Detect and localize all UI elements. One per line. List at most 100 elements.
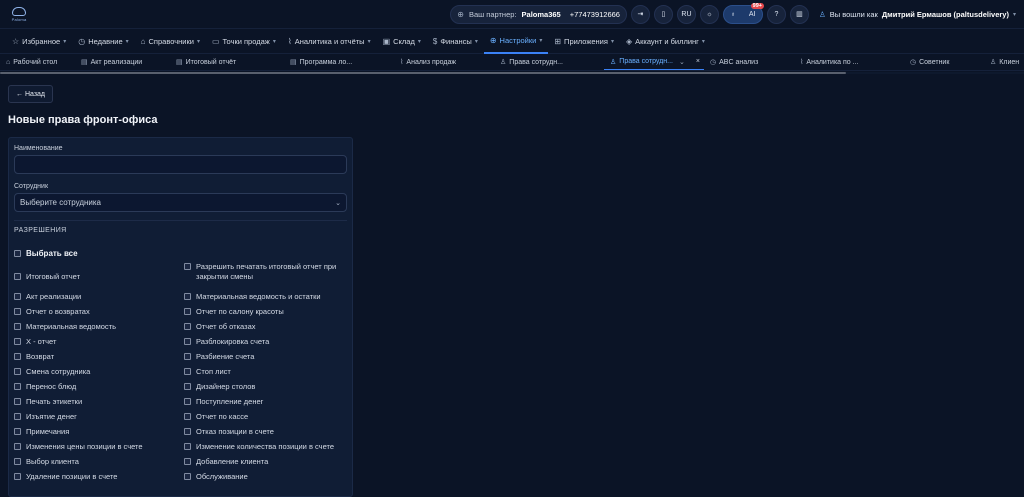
checkbox[interactable]: [14, 428, 21, 435]
theme-button[interactable]: ☼: [699, 4, 719, 24]
checkbox[interactable]: [14, 383, 21, 390]
checkbox[interactable]: [184, 338, 191, 345]
permission-item[interactable]: Отчет по салону красоты: [184, 307, 351, 317]
tab-6[interactable]: ♙ Права сотрудн... ⌄ ×: [604, 54, 704, 70]
mobile-button[interactable]: ▯: [653, 4, 673, 24]
permission-item[interactable]: Изъятие денег: [14, 412, 181, 422]
checkbox[interactable]: [14, 473, 21, 480]
permission-item[interactable]: Добавление клиента: [184, 457, 351, 467]
permission-item[interactable]: Акт реализации: [14, 292, 181, 302]
user-menu[interactable]: ♙ Вы вошли как Дмитрий Ермашов (paltusde…: [819, 10, 1016, 19]
menu-item-1[interactable]: ◷ Недавние ▾: [72, 29, 134, 54]
permission-item[interactable]: Изменение количества позиции в счете: [184, 442, 351, 452]
menu-item-6[interactable]: $ Финансы ▾: [427, 29, 484, 54]
permission-item[interactable]: Отказ позиции в счете: [184, 427, 351, 437]
close-icon[interactable]: ×: [696, 58, 700, 65]
chevron-down-icon[interactable]: ⌄: [679, 58, 685, 66]
checkbox[interactable]: [184, 383, 191, 390]
permission-item[interactable]: Выбор клиента: [14, 457, 181, 467]
permission-item[interactable]: Перенос блюд: [14, 382, 181, 392]
permission-item[interactable]: Возврат: [14, 352, 181, 362]
permission-item[interactable]: X - отчет: [14, 337, 181, 347]
checkbox[interactable]: [184, 353, 191, 360]
partner-phone[interactable]: +77473912666: [570, 10, 620, 19]
checkbox[interactable]: [184, 323, 191, 330]
checkbox[interactable]: [14, 273, 21, 280]
menu-item-3[interactable]: ▭ Точки продаж ▾: [206, 29, 282, 54]
permission-item[interactable]: Стоп лист: [184, 367, 351, 377]
menu-item-8[interactable]: ⊞ Приложения ▾: [548, 29, 620, 54]
permission-item[interactable]: Дизайнер столов: [184, 382, 351, 392]
tab-4[interactable]: ⌇ Анализ продаж: [394, 54, 494, 70]
permission-item[interactable]: Печать этикетки: [14, 397, 181, 407]
permission-item[interactable]: Итоговый отчет: [14, 272, 181, 282]
permission-item[interactable]: Отчет о возвратах: [14, 307, 181, 317]
checkbox[interactable]: [184, 263, 191, 270]
checkbox[interactable]: [14, 368, 21, 375]
permission-item[interactable]: Материальная ведомость и остатки: [184, 292, 351, 302]
permission-item[interactable]: Изменения цены позиции в счете: [14, 442, 181, 452]
tabs-scrollbar[interactable]: [0, 71, 1024, 75]
tab-5[interactable]: ♙ Права сотрудн...: [494, 54, 604, 70]
scrollbar-thumb[interactable]: [0, 72, 846, 74]
select-all-checkbox[interactable]: Выбрать все: [14, 249, 347, 258]
checkbox[interactable]: [184, 473, 191, 480]
tab-10[interactable]: ♙ Клиен: [984, 54, 1024, 70]
checkbox[interactable]: [14, 308, 21, 315]
checkbox[interactable]: [14, 443, 21, 450]
app-logo[interactable]: Paloma: [10, 5, 28, 23]
language-button[interactable]: RU: [676, 4, 696, 24]
checkbox[interactable]: [184, 368, 191, 375]
menu-item-0[interactable]: ☆ Избранное ▾: [6, 29, 72, 54]
star-icon: ☆: [12, 36, 20, 46]
checkbox[interactable]: [184, 413, 191, 420]
chevron-down-icon: ▾: [1012, 11, 1016, 18]
checkbox[interactable]: [184, 308, 191, 315]
back-button[interactable]: ← Назад: [8, 85, 54, 103]
checkbox[interactable]: [184, 293, 191, 300]
checkbox[interactable]: [14, 250, 21, 257]
book-button[interactable]: ▥: [789, 4, 809, 24]
permission-item[interactable]: Разрешить печатать итоговый отчет при за…: [184, 262, 351, 282]
tab-7[interactable]: ◷ ABC анализ: [704, 54, 794, 70]
permission-item[interactable]: Материальная ведомость: [14, 322, 181, 332]
checkbox[interactable]: [14, 293, 21, 300]
checkbox[interactable]: [184, 443, 191, 450]
permission-label: Отказ позиции в счете: [196, 427, 274, 436]
permission-item[interactable]: Отчет об отказах: [184, 322, 351, 332]
permission-item[interactable]: Поступление денег: [184, 397, 351, 407]
checkbox[interactable]: [14, 398, 21, 405]
tab-8[interactable]: ⌇ Аналитика по ...: [794, 54, 904, 70]
checkbox[interactable]: [14, 353, 21, 360]
tab-0[interactable]: ⌂ Рабочий стол: [0, 54, 75, 70]
checkbox[interactable]: [184, 398, 191, 405]
permission-item[interactable]: Отчет по кассе: [184, 412, 351, 422]
checkbox[interactable]: [14, 323, 21, 330]
menu-item-7[interactable]: ⊕ Настройки ▾: [483, 29, 549, 54]
checkbox[interactable]: [184, 458, 191, 465]
menu-item-2[interactable]: ⌂ Справочники ▾: [135, 29, 206, 54]
permission-label: Удаление позиции в счете: [26, 472, 118, 481]
help-button[interactable]: ?: [766, 4, 786, 24]
checkbox[interactable]: [184, 428, 191, 435]
tab-2[interactable]: ▤ Итоговый отчёт: [170, 54, 284, 70]
permission-item[interactable]: Удаление позиции в счете: [14, 472, 181, 482]
permission-item[interactable]: Разбиение счета: [184, 352, 351, 362]
checkbox[interactable]: [14, 458, 21, 465]
menu-item-4[interactable]: ⌇ Аналитика и отчёты ▾: [282, 29, 377, 54]
menu-item-9[interactable]: ◈ Аккаунт и биллинг ▾: [620, 29, 711, 54]
tab-9[interactable]: ◷ Советник: [904, 54, 984, 70]
ai-button[interactable]: ♁ AI 99+: [722, 2, 764, 24]
tab-1[interactable]: ▤ Акт реализации: [75, 54, 170, 70]
name-input[interactable]: [14, 155, 347, 174]
checkbox[interactable]: [14, 338, 21, 345]
tab-3[interactable]: ▤ Программа ло...: [284, 54, 394, 70]
permission-item[interactable]: Обслуживание: [184, 472, 351, 482]
employee-select[interactable]: Выберите сотрудника ⌄: [14, 193, 347, 212]
permission-item[interactable]: Смена сотрудника: [14, 367, 181, 377]
checkbox[interactable]: [14, 413, 21, 420]
logout-button[interactable]: ⇥: [630, 4, 650, 24]
permission-item[interactable]: Примечания: [14, 427, 181, 437]
permission-item[interactable]: Разблокировка счета: [184, 337, 351, 347]
menu-item-5[interactable]: ▣ Склад ▾: [377, 29, 427, 54]
